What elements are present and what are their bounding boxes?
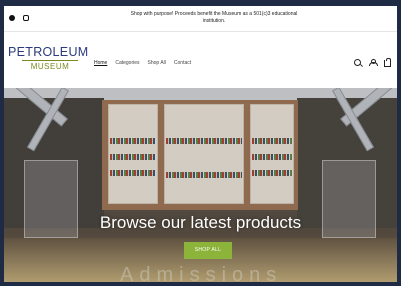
shop-all-button[interactable]: SHOP ALL (184, 242, 232, 259)
search-icon[interactable] (354, 59, 361, 66)
logo-bottom-text: MUSEUM (22, 60, 78, 71)
site-header: PETROLEUM MUSEUM Home Categories Shop Al… (4, 32, 397, 88)
account-icon[interactable] (369, 59, 378, 66)
instagram-icon[interactable] (23, 15, 29, 21)
logo-top-text: PETROLEUM (8, 45, 89, 59)
logo[interactable]: PETROLEUM MUSEUM (8, 46, 90, 76)
hero-banner: Admissions Browse our latest products SH… (4, 88, 397, 282)
main-nav: Home Categories Shop All Contact (94, 60, 191, 67)
cart-icon[interactable] (384, 58, 391, 67)
storefront-window: Shop with purpose! Proceeds benefit the … (4, 6, 397, 282)
announcement-text: Shop with purpose! Proceeds benefit the … (130, 11, 298, 24)
social-links (9, 15, 29, 21)
hero-title: Browse our latest products (99, 213, 302, 232)
nav-home[interactable]: Home (94, 60, 107, 67)
nav-shop-all[interactable]: Shop All (148, 60, 166, 67)
facebook-icon[interactable] (9, 15, 15, 21)
header-icons (354, 58, 391, 67)
announcement-bar: Shop with purpose! Proceeds benefit the … (4, 6, 397, 32)
nav-categories[interactable]: Categories (115, 60, 139, 67)
nav-contact[interactable]: Contact (174, 60, 191, 67)
